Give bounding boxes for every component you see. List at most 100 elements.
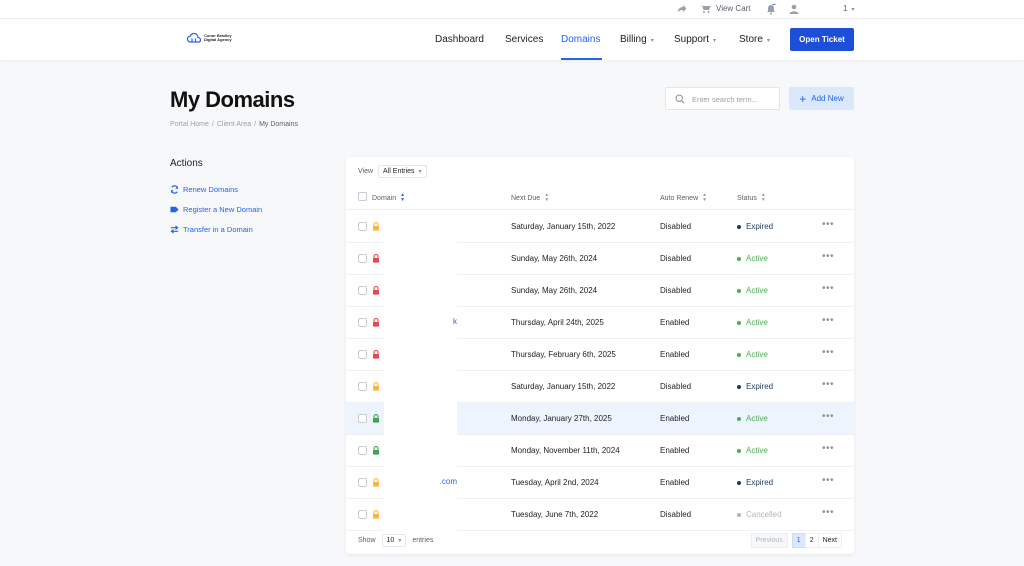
lock-icon [373, 350, 379, 359]
renew-domains-link[interactable]: Renew Domains [170, 185, 238, 194]
pagination-next[interactable]: Next [817, 533, 842, 548]
status-dot-icon [737, 448, 741, 453]
select-all-checkbox[interactable] [358, 192, 367, 201]
table-footer: Show 10 ▾ entries Previous 1 2 Next [346, 528, 854, 554]
add-new-button[interactable]: + Add New [789, 87, 854, 110]
row-checkbox[interactable] [358, 254, 367, 263]
table-row[interactable]: Saturday, January 15th, 2022 Disabled Expi… [346, 211, 854, 243]
sort-icon: ▲ ▼ [702, 192, 708, 203]
table-row[interactable]: Monday, November 11th, 2024 Enabled Active… [346, 435, 854, 467]
nav-services[interactable]: Services [505, 34, 543, 45]
chevron-down-icon: ▾ [713, 38, 717, 44]
domain-name-link[interactable] [384, 381, 457, 393]
more-options-icon[interactable]: ••• [822, 475, 834, 486]
status-label: Active [746, 286, 768, 295]
lock-icon [373, 286, 379, 295]
view-filter: View All Entries ▾ [358, 163, 427, 179]
user-avatar-icon[interactable] [789, 4, 799, 16]
row-checkbox[interactable] [358, 510, 367, 519]
nav-dashboard[interactable]: Dashboard [435, 34, 484, 45]
status-label: Active [746, 446, 768, 455]
more-options-icon[interactable]: ••• [822, 507, 834, 518]
nav-domains[interactable]: Domains [561, 34, 600, 45]
domain-name-link[interactable] [384, 349, 457, 361]
page-size-select[interactable]: 10 ▾ [381, 534, 407, 547]
row-checkbox[interactable] [358, 350, 367, 359]
renew-domains-label: Renew Domains [183, 185, 239, 194]
account-label: 1 [843, 4, 848, 13]
row-checkbox[interactable] [358, 318, 367, 327]
column-domain[interactable]: Domain ▲ ▼ [372, 193, 405, 203]
more-options-icon[interactable]: ••• [822, 283, 834, 294]
row-checkbox[interactable] [358, 382, 367, 391]
brand-logo[interactable]: Conor Bradley Digital Agency [187, 33, 238, 43]
auto-renew-value: Enabled [660, 350, 690, 359]
domain-name-link[interactable] [384, 253, 457, 265]
row-checkbox[interactable] [358, 478, 367, 487]
account-menu[interactable]: 1 ▾ [843, 4, 854, 13]
transfer-domain-link[interactable]: Transfer in a Domain [170, 225, 253, 234]
breadcrumb-client-area[interactable]: Client Area [217, 121, 251, 128]
auto-renew-value: Disabled [660, 254, 692, 263]
table-row[interactable]: Sunday, May 26th, 2024 Disabled Active ••• [346, 243, 854, 275]
table-row[interactable]: Thursday, February 6th, 2025 Enabled Activ… [346, 339, 854, 371]
share-icon[interactable] [677, 4, 687, 15]
domain-name-link[interactable] [384, 285, 457, 297]
more-options-icon[interactable]: ••• [822, 411, 834, 422]
more-options-icon[interactable]: ••• [822, 219, 834, 230]
next-due-date: Tuesday, June 7th, 2022 [511, 510, 599, 519]
breadcrumb-portal-home[interactable]: Portal Home [170, 121, 209, 128]
more-options-icon[interactable]: ••• [822, 251, 834, 262]
status-badge: Expired [737, 382, 773, 391]
column-status-label: Status [737, 194, 757, 202]
row-checkbox[interactable] [358, 414, 367, 423]
register-domain-link[interactable]: Register a New Domain [170, 205, 262, 214]
next-due-date: Thursday, April 24th, 2025 [511, 318, 604, 327]
page-size-value: 10 [386, 537, 395, 544]
search-input[interactable] [692, 93, 776, 105]
status-dot-icon [737, 512, 741, 517]
next-due-date: Monday, January 27th, 2025 [511, 414, 612, 423]
auto-renew-value: Enabled [660, 318, 690, 327]
pagination-page-2[interactable]: 2 [804, 533, 819, 548]
domain-name-link[interactable] [384, 445, 457, 457]
open-ticket-button[interactable]: Open Ticket [790, 28, 854, 51]
more-options-icon[interactable]: ••• [822, 315, 834, 326]
domain-name-link[interactable]: .com [384, 477, 457, 489]
view-select-value: All Entries [383, 167, 415, 175]
more-options-icon[interactable]: ••• [822, 379, 834, 390]
actions-heading: Actions [170, 158, 203, 169]
view-select[interactable]: All Entries ▾ [378, 164, 427, 178]
table-row[interactable]: Saturday, January 15th, 2022 Disabled Expi… [346, 371, 854, 403]
show-label: Show [358, 537, 376, 544]
chevron-down-icon: ▾ [418, 168, 422, 175]
view-cart-link[interactable]: View Cart [700, 4, 751, 13]
nav-billing[interactable]: Billing ▾ [620, 34, 654, 45]
pagination-previous[interactable]: Previous [750, 533, 788, 548]
column-status[interactable]: Status ▲ ▼ [737, 193, 766, 203]
table-row[interactable]: Sunday, May 26th, 2024 Disabled Active ••• [346, 275, 854, 307]
table-row[interactable]: k Thursday, April 24th, 2025 Enabled Active… [346, 307, 854, 339]
view-label: View [358, 167, 374, 175]
table-row[interactable]: Monday, January 27th, 2025 Enabled Active •… [346, 403, 854, 435]
nav-support[interactable]: Support ▾ [674, 34, 716, 45]
status-badge: Active [737, 414, 768, 423]
pagination-page-1[interactable]: 1 [791, 533, 806, 548]
chevron-down-icon: ▾ [851, 7, 855, 13]
nav-store[interactable]: Store ▾ [739, 34, 770, 45]
domain-name-link[interactable]: k [384, 317, 457, 329]
column-auto-renew[interactable]: Auto Renew ▲ ▼ [660, 193, 707, 203]
row-checkbox[interactable] [358, 446, 367, 455]
table-row[interactable]: Tuesday, June 7th, 2022 Disabled Cancelled… [346, 499, 854, 531]
more-options-icon[interactable]: ••• [822, 347, 834, 358]
notifications-bell-icon[interactable] [766, 1, 776, 17]
status-dot-icon [737, 352, 741, 357]
table-row[interactable]: .com Tuesday, April 2nd, 2024 Enabled Expir… [346, 467, 854, 499]
domain-name-link[interactable] [384, 413, 457, 425]
row-checkbox[interactable] [358, 286, 367, 295]
domain-name-link[interactable] [384, 221, 457, 233]
row-checkbox[interactable] [358, 222, 367, 231]
column-next-due[interactable]: Next Due ▲ ▼ [511, 193, 549, 203]
more-options-icon[interactable]: ••• [822, 443, 834, 454]
domain-name-link[interactable] [384, 509, 457, 521]
